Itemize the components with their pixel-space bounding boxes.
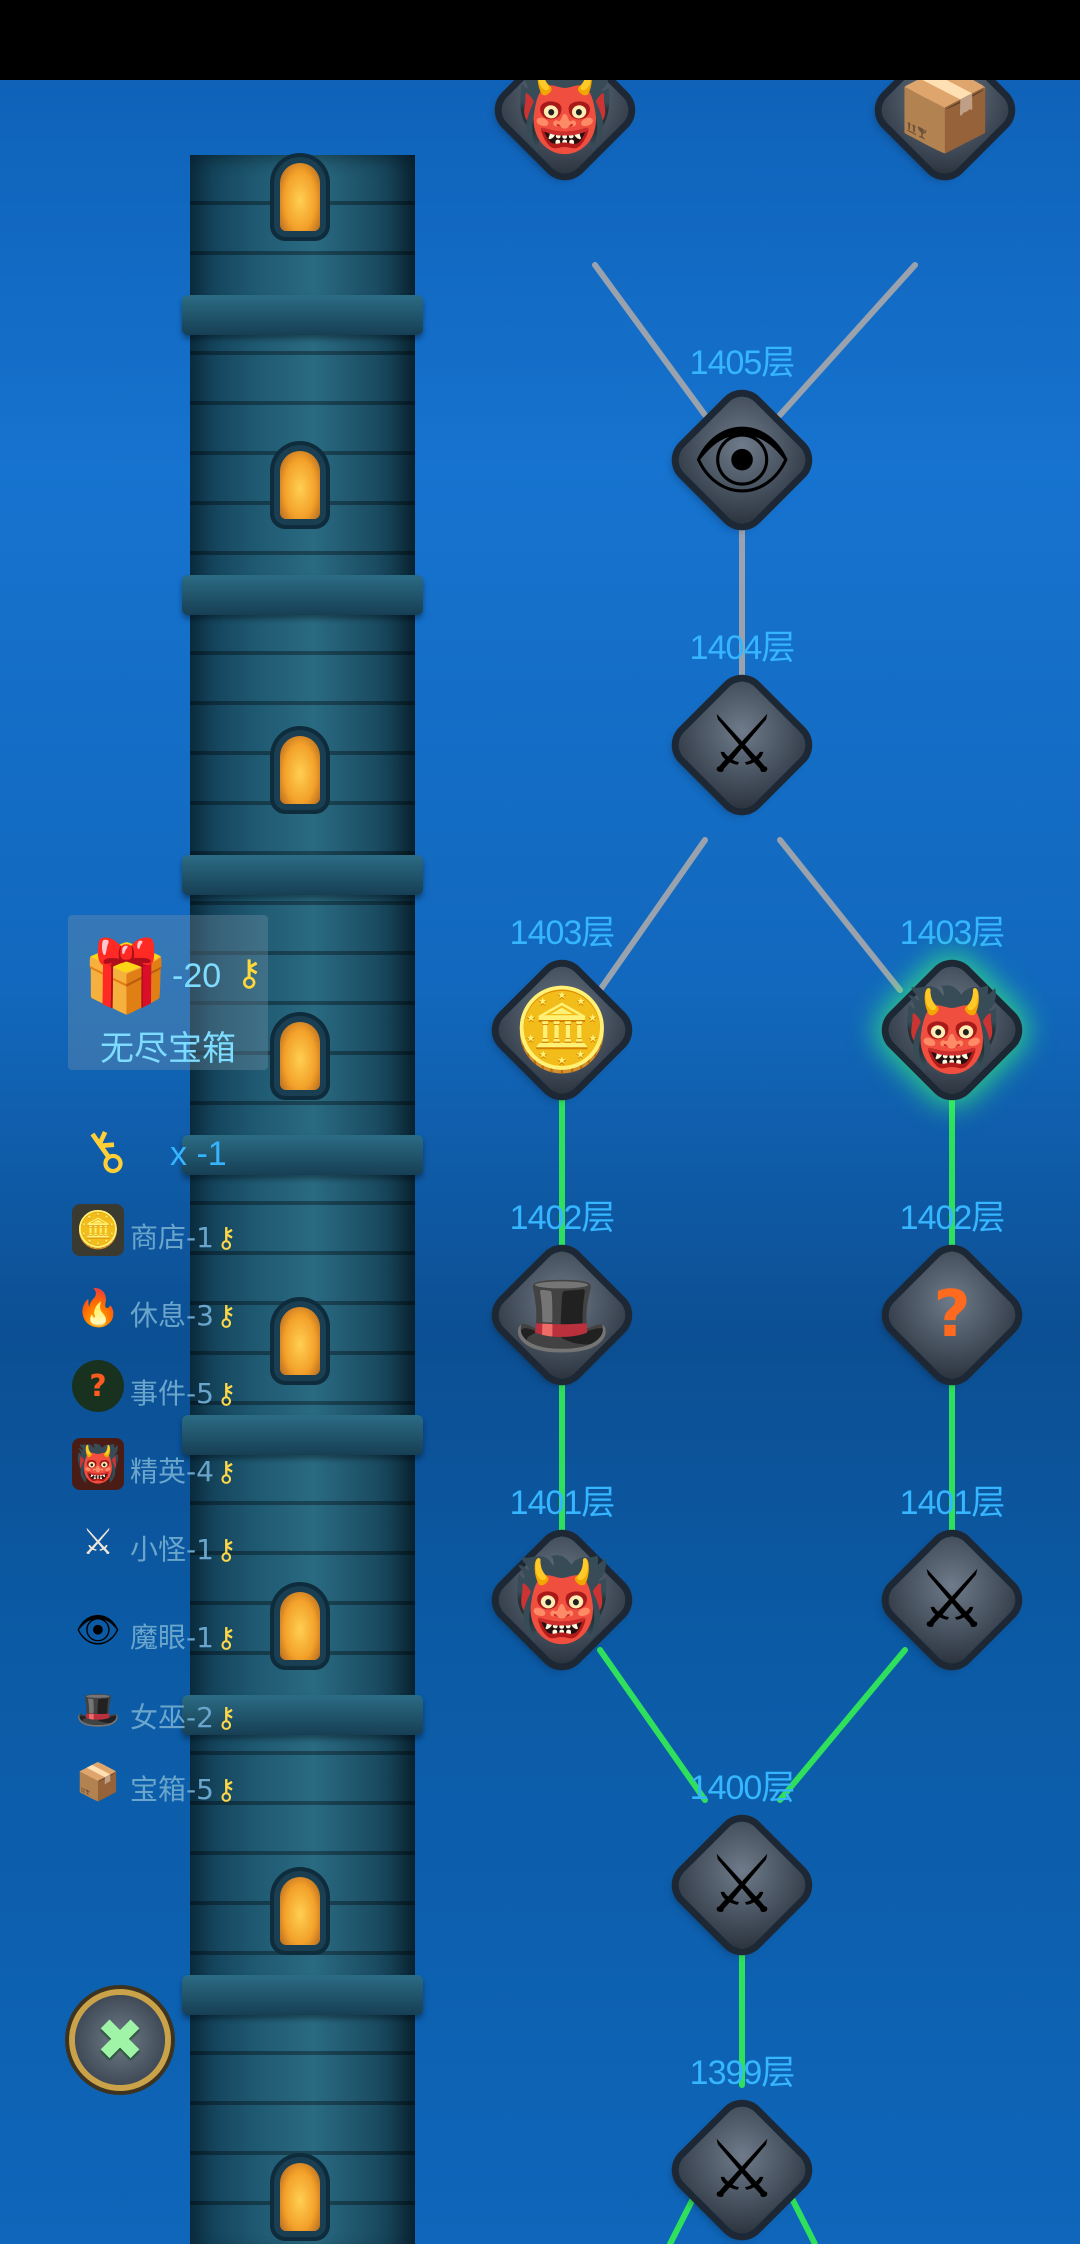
demon-mask-icon: 👹	[902, 983, 1002, 1076]
legend-label: 魔眼-1⚷	[130, 1616, 236, 1656]
coin-cards-icon: 🪙	[512, 983, 612, 1076]
legend-item-rest: 🔥 休息-3⚷	[72, 1282, 292, 1338]
chest-name: 无尽宝箱	[100, 1029, 236, 1069]
key-icon: ⚷	[215, 1621, 237, 1654]
legend-label: 小怪-1⚷	[130, 1528, 236, 1568]
map-node-1405[interactable]: 1405层 👁	[657, 344, 827, 545]
legend-item-witch: 🎩 女巫-2⚷	[72, 1684, 292, 1740]
key-counter: ⚷ x -1	[69, 1113, 284, 1190]
demon-mask-icon: 👹	[72, 1438, 124, 1490]
mystery-pot-icon: ?	[72, 1360, 124, 1412]
legend-label: 女巫-2⚷	[130, 1696, 236, 1736]
map-node-1402-event[interactable]: 1402层 ?	[867, 1199, 1037, 1400]
crossed-swords-icon: ⚔	[706, 1838, 778, 1931]
campfire-icon: 🔥	[75, 1288, 121, 1329]
status-bar	[0, 0, 1080, 80]
legend-name: 精英	[130, 1455, 187, 1488]
key-icon: ⚷	[215, 1221, 237, 1254]
mystery-pot-icon: ?	[933, 1278, 971, 1352]
map-node-partial[interactable]: 📦	[860, 80, 1030, 195]
map-node-partial[interactable]: 👹	[480, 80, 650, 195]
key-count-text: x -1	[170, 1135, 227, 1173]
legend-label: 事件-5⚷	[130, 1372, 236, 1412]
legend-item-shop: 🪙 商店-1⚷	[72, 1204, 292, 1260]
legend-label: 精英-4⚷	[130, 1450, 236, 1490]
close-button[interactable]: ✖	[75, 1995, 165, 2085]
legend-name: 小怪	[130, 1533, 187, 1566]
legend-item-chest: 📦 宝箱-5⚷	[72, 1756, 292, 1812]
legend-name: 休息	[130, 1299, 187, 1332]
legend-item-event: ? 事件-5⚷	[72, 1360, 292, 1416]
map-node-1401-minion[interactable]: 1401层 ⚔	[867, 1484, 1037, 1685]
map-node-1403-shop[interactable]: 1403层 🪙	[477, 914, 647, 1115]
key-icon: ⚷	[215, 1773, 237, 1806]
legend-name: 魔眼	[130, 1621, 187, 1654]
coin-cards-icon: 🪙	[72, 1204, 124, 1256]
key-icon: ⚷	[215, 1455, 237, 1488]
endless-chest-button[interactable]: 🎁 -20 ⚷ 无尽宝箱	[68, 915, 268, 1070]
key-icon: ⚷	[215, 1377, 237, 1410]
fire-eye-icon: 👁	[691, 413, 793, 506]
legend-cost: -5	[186, 1377, 214, 1410]
crossed-swords-icon: ⚔	[706, 2123, 778, 2216]
witch-hat-icon: 🎩	[75, 1690, 121, 1731]
legend-cost: -1	[186, 1221, 214, 1254]
legend-cost: -1	[186, 1621, 214, 1654]
crossed-swords-icon: ⚔	[916, 1553, 988, 1646]
legend-cost: -2	[186, 1701, 214, 1734]
witch-hat-icon: 🎩	[512, 1268, 612, 1361]
map-node-1402-witch[interactable]: 1402层 🎩	[477, 1199, 647, 1400]
treasure-chest-icon: 📦	[895, 80, 995, 156]
map-node-1403-elite-current[interactable]: 1403层 👹	[867, 914, 1037, 1115]
legend-cost: -4	[186, 1455, 214, 1488]
legend-label: 商店-1⚷	[130, 1216, 236, 1256]
demon-mask-icon: 👹	[515, 80, 615, 156]
treasure-chest-icon: 📦	[75, 1762, 121, 1803]
legend-label: 休息-3⚷	[130, 1294, 236, 1334]
map-node-1399[interactable]: 1399层 ⚔	[657, 2054, 827, 2244]
legend-name: 宝箱	[130, 1773, 187, 1806]
map-node-1401-elite[interactable]: 1401层 👹	[477, 1484, 647, 1685]
legend-cost: -3	[186, 1299, 214, 1332]
gift-box-icon: 🎁	[82, 935, 170, 1017]
map-node-1404[interactable]: 1404层 ⚔	[657, 629, 827, 830]
close-icon: ✖	[95, 2006, 145, 2074]
map-node-1400[interactable]: 1400层 ⚔	[657, 1769, 827, 1970]
legend-name: 事件	[130, 1377, 187, 1410]
tower-map-screen: 👹 📦 1405层 👁 1404层 ⚔ 1403层 🪙 1403层 👹 1402…	[0, 80, 1080, 2244]
legend-name: 女巫	[130, 1701, 187, 1734]
chest-cost: -20	[172, 957, 222, 995]
demon-mask-icon: 👹	[512, 1553, 612, 1646]
key-icon: ⚷	[215, 1701, 237, 1734]
key-icon: ⚷	[215, 1533, 237, 1566]
key-icon: ⚷	[236, 953, 263, 994]
legend-item-elite: 👹 精英-4⚷	[72, 1438, 292, 1494]
legend-label: 宝箱-5⚷	[130, 1768, 236, 1808]
legend-item-magic-eye: 👁 魔眼-1⚷	[72, 1604, 292, 1660]
legend-item-minion: ⚔ 小怪-1⚷	[72, 1516, 292, 1572]
key-icon: ⚷	[215, 1299, 237, 1332]
fire-eye-icon: 👁	[75, 1610, 121, 1651]
crossed-swords-icon: ⚔	[81, 1521, 115, 1563]
crossed-swords-icon: ⚔	[706, 698, 778, 791]
legend-name: 商店	[130, 1221, 187, 1254]
legend-cost: -5	[186, 1773, 214, 1806]
legend-cost: -1	[186, 1533, 214, 1566]
